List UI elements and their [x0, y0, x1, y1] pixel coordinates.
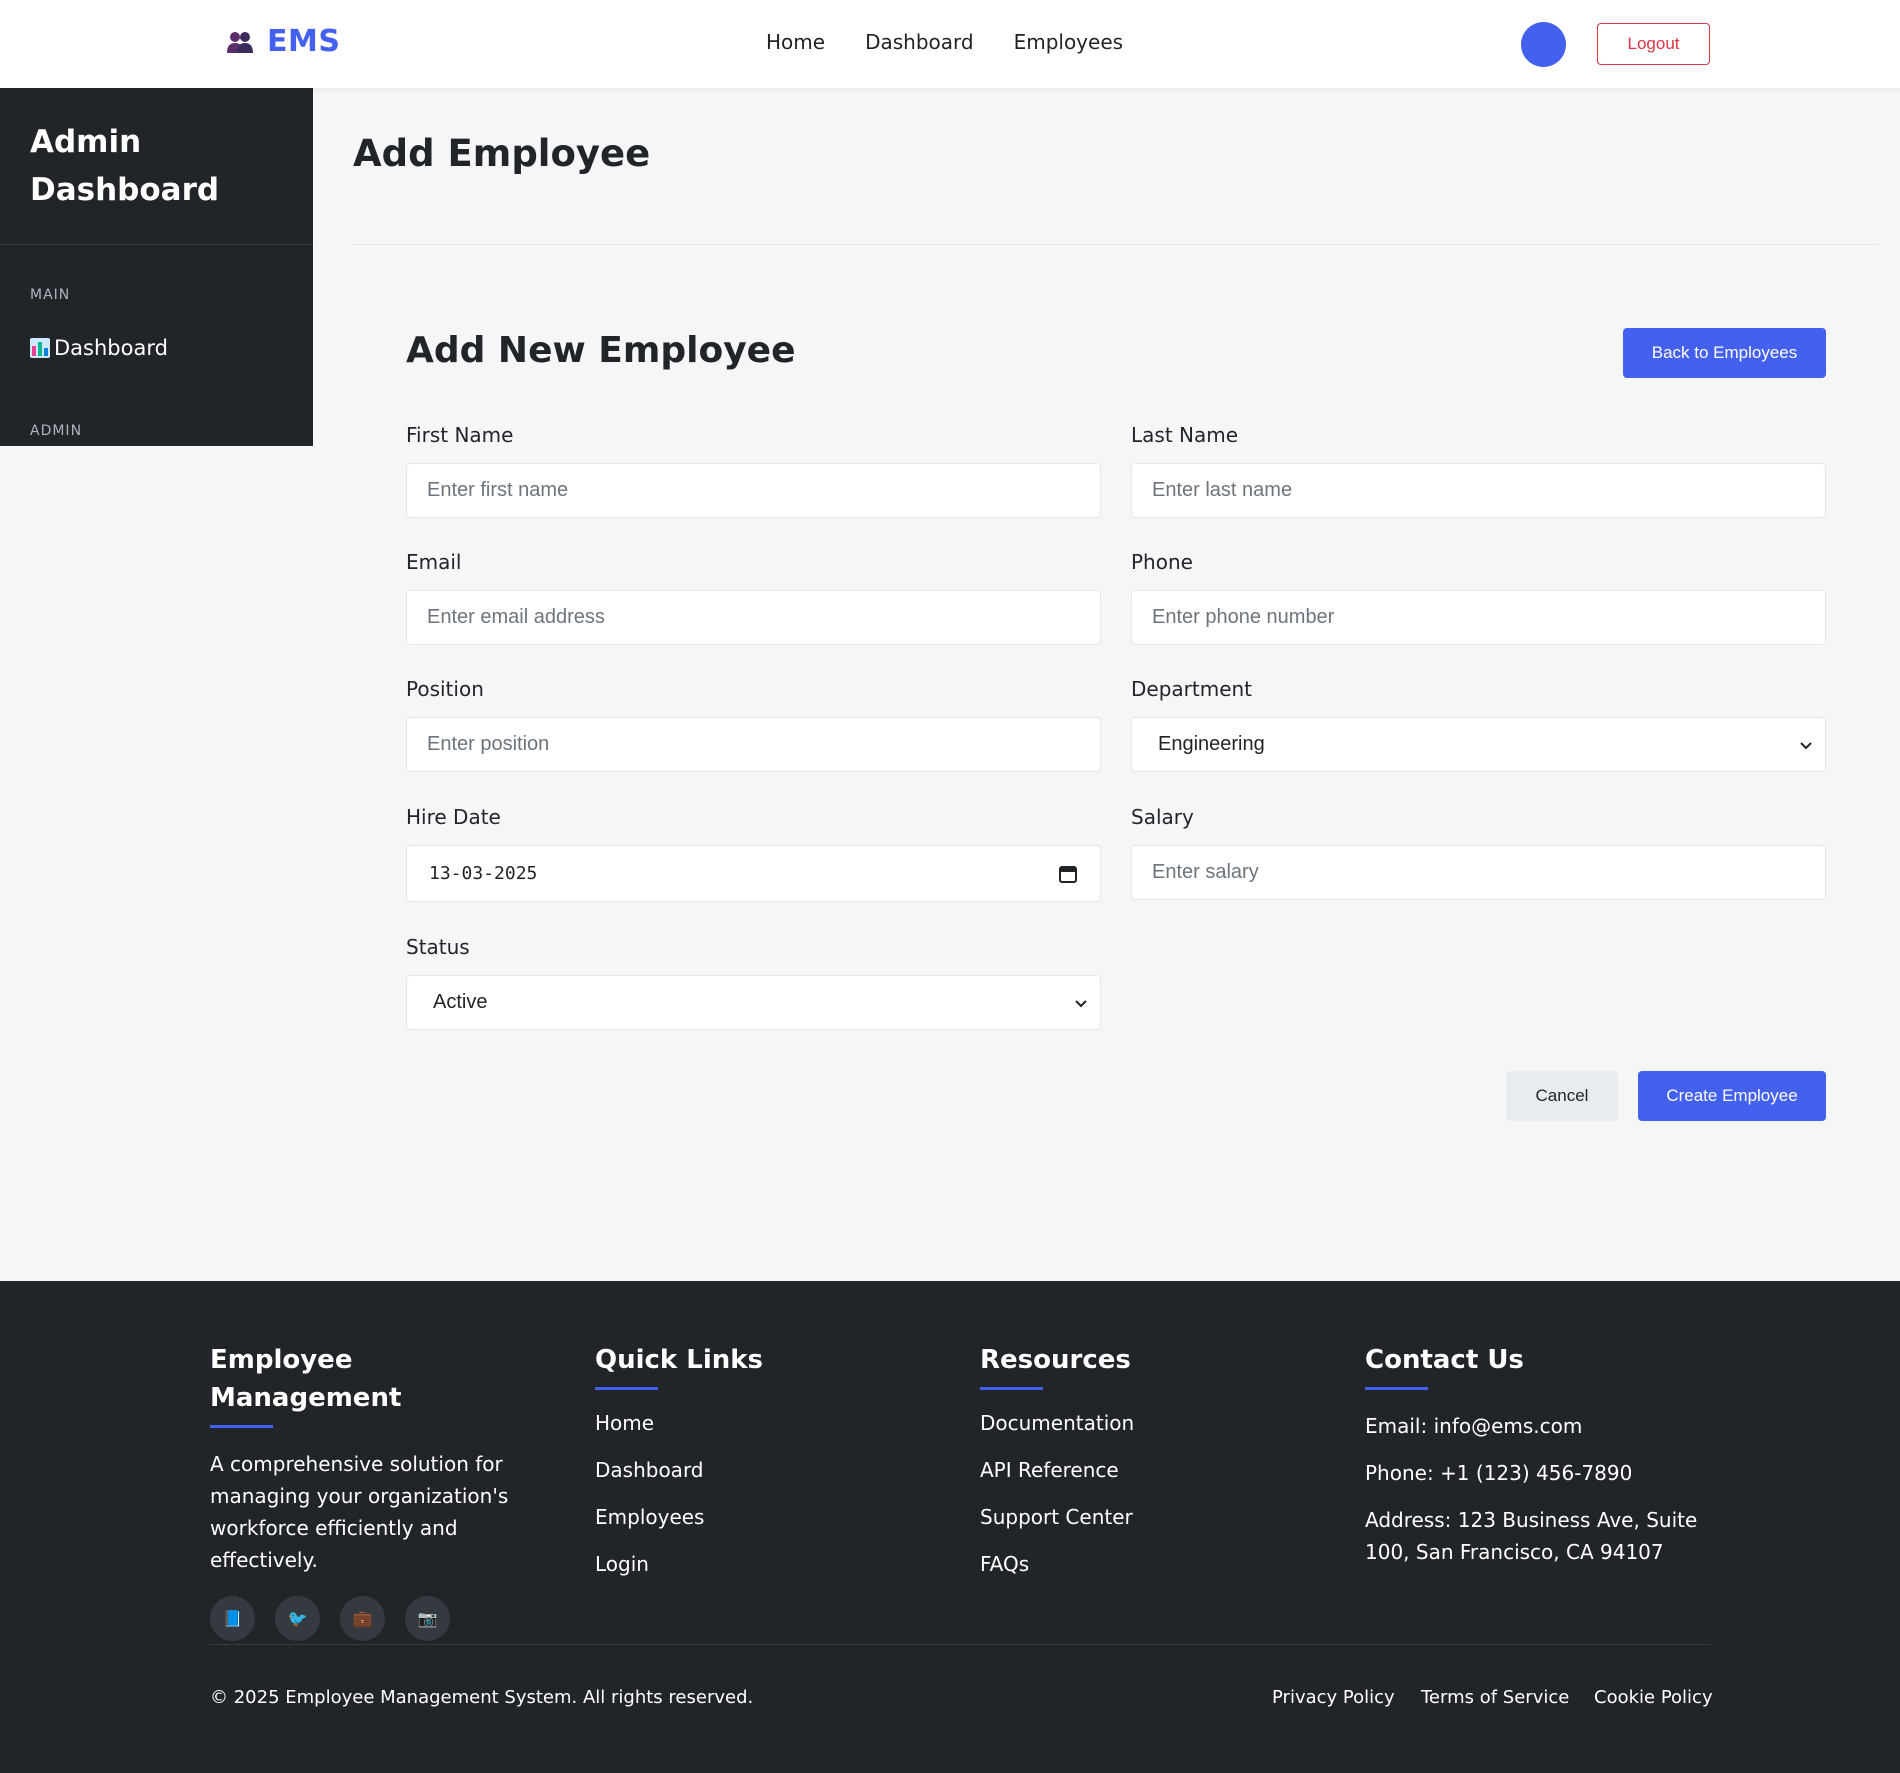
sidebar-title: Admin Dashboard	[30, 118, 219, 214]
sidebar-divider	[0, 244, 313, 245]
instagram-icon[interactable]: 📷	[405, 1596, 450, 1641]
sidebar-section-admin: ADMIN	[30, 423, 83, 439]
footer-link-login[interactable]: Login	[595, 1551, 895, 1578]
salary-label: Salary	[1131, 805, 1194, 829]
chevron-down-icon	[1075, 999, 1087, 1007]
footer-link-home[interactable]: Home	[595, 1410, 895, 1437]
logout-button[interactable]: Logout	[1597, 23, 1710, 65]
copyright-text: © 2025 Employee Management System. All r…	[210, 1687, 754, 1708]
top-navbar: EMS Home Dashboard Employees Logout	[0, 0, 1900, 88]
footer-quick-links-heading: Quick Links	[595, 1345, 764, 1375]
footer-link-employees[interactable]: Employees	[595, 1504, 895, 1531]
main-nav: Home Dashboard Employees	[766, 30, 1123, 54]
cookie-policy-link[interactable]: Cookie Policy	[1594, 1687, 1713, 1708]
sidebar-item-dashboard[interactable]: Dashboard	[30, 336, 168, 360]
department-selected-value: Engineering	[1158, 733, 1265, 755]
sidebar: Admin Dashboard MAIN Dashboard ADMIN	[0, 88, 313, 446]
footer-contact-phone: Phone: +1 (123) 456-7890	[1365, 1461, 1633, 1485]
department-label: Department	[1131, 677, 1253, 701]
sidebar-title-line1: Admin	[30, 124, 142, 160]
bar-chart-icon	[30, 338, 50, 358]
users-icon	[227, 31, 253, 53]
twitter-icon[interactable]: 🐦	[275, 1596, 320, 1641]
terms-of-service-link[interactable]: Terms of Service	[1421, 1687, 1569, 1708]
last-name-label: Last Name	[1131, 423, 1239, 447]
footer-about-heading: Employee Management	[210, 1345, 402, 1413]
footer-about: Employee Management A comprehensive solu…	[210, 1341, 540, 1641]
footer-link-faqs[interactable]: FAQs	[980, 1551, 1280, 1578]
last-name-input[interactable]	[1131, 463, 1826, 518]
status-selected-value: Active	[433, 991, 488, 1013]
footer-divider	[210, 1644, 1710, 1645]
hire-date-value: 13-03-2025	[429, 863, 538, 884]
user-avatar[interactable]	[1521, 22, 1566, 67]
create-employee-button[interactable]: Create Employee	[1638, 1071, 1826, 1121]
footer-about-text: A comprehensive solution for managing yo…	[210, 1452, 509, 1572]
hire-date-input[interactable]: 13-03-2025	[406, 845, 1101, 902]
facebook-icon[interactable]: 📘	[210, 1596, 255, 1641]
footer-resources: Resources Documentation API Reference Su…	[980, 1341, 1280, 1598]
brand[interactable]: EMS	[225, 24, 340, 59]
footer: Employee Management A comprehensive solu…	[0, 1281, 1900, 1773]
footer-contact-email: Email: info@ems.com	[1365, 1414, 1583, 1438]
footer-link-support-center[interactable]: Support Center	[980, 1504, 1280, 1531]
privacy-policy-link[interactable]: Privacy Policy	[1272, 1687, 1395, 1708]
sidebar-section-main: MAIN	[30, 287, 71, 303]
footer-heading-underline	[1365, 1387, 1428, 1390]
email-input[interactable]	[406, 590, 1101, 645]
first-name-input[interactable]	[406, 463, 1101, 518]
email-label: Email	[406, 550, 462, 574]
social-links: 📘 🐦 💼 📷	[210, 1596, 540, 1641]
back-to-employees-button[interactable]: Back to Employees	[1623, 328, 1826, 378]
footer-link-api-reference[interactable]: API Reference	[980, 1457, 1280, 1484]
page-title: Add Employee	[353, 132, 651, 175]
chevron-down-icon	[1800, 741, 1812, 749]
sidebar-item-label: Dashboard	[54, 336, 168, 360]
department-select[interactable]: Engineering	[1131, 717, 1826, 772]
phone-label: Phone	[1131, 550, 1193, 574]
footer-heading-underline	[210, 1425, 273, 1428]
title-divider	[353, 244, 1878, 245]
status-select[interactable]: Active	[406, 975, 1101, 1030]
brand-name: EMS	[267, 24, 341, 59]
footer-contact: Contact Us Email: info@ems.com Phone: +1…	[1365, 1341, 1705, 1583]
footer-heading-underline	[595, 1387, 658, 1390]
status-label: Status	[406, 935, 470, 959]
footer-quick-links: Quick Links Home Dashboard Employees Log…	[595, 1341, 895, 1598]
nav-employees-link[interactable]: Employees	[1014, 30, 1123, 54]
calendar-icon[interactable]	[1058, 864, 1078, 884]
footer-contact-heading: Contact Us	[1365, 1345, 1524, 1375]
first-name-label: First Name	[406, 423, 514, 447]
nav-dashboard-link[interactable]: Dashboard	[865, 30, 974, 54]
salary-input[interactable]	[1131, 845, 1826, 900]
footer-resources-heading: Resources	[980, 1345, 1131, 1375]
nav-home-link[interactable]: Home	[766, 30, 825, 54]
phone-input[interactable]	[1131, 590, 1826, 645]
cancel-button[interactable]: Cancel	[1506, 1071, 1618, 1121]
footer-link-documentation[interactable]: Documentation	[980, 1410, 1280, 1437]
position-label: Position	[406, 677, 484, 701]
position-input[interactable]	[406, 717, 1101, 772]
sidebar-title-line2: Dashboard	[30, 172, 220, 208]
hire-date-label: Hire Date	[406, 805, 501, 829]
footer-link-dashboard[interactable]: Dashboard	[595, 1457, 895, 1484]
footer-contact-address: Address: 123 Business Ave, Suite 100, Sa…	[1365, 1508, 1698, 1564]
linkedin-icon[interactable]: 💼	[340, 1596, 385, 1641]
form-heading: Add New Employee	[406, 330, 796, 371]
footer-heading-underline	[980, 1387, 1043, 1390]
